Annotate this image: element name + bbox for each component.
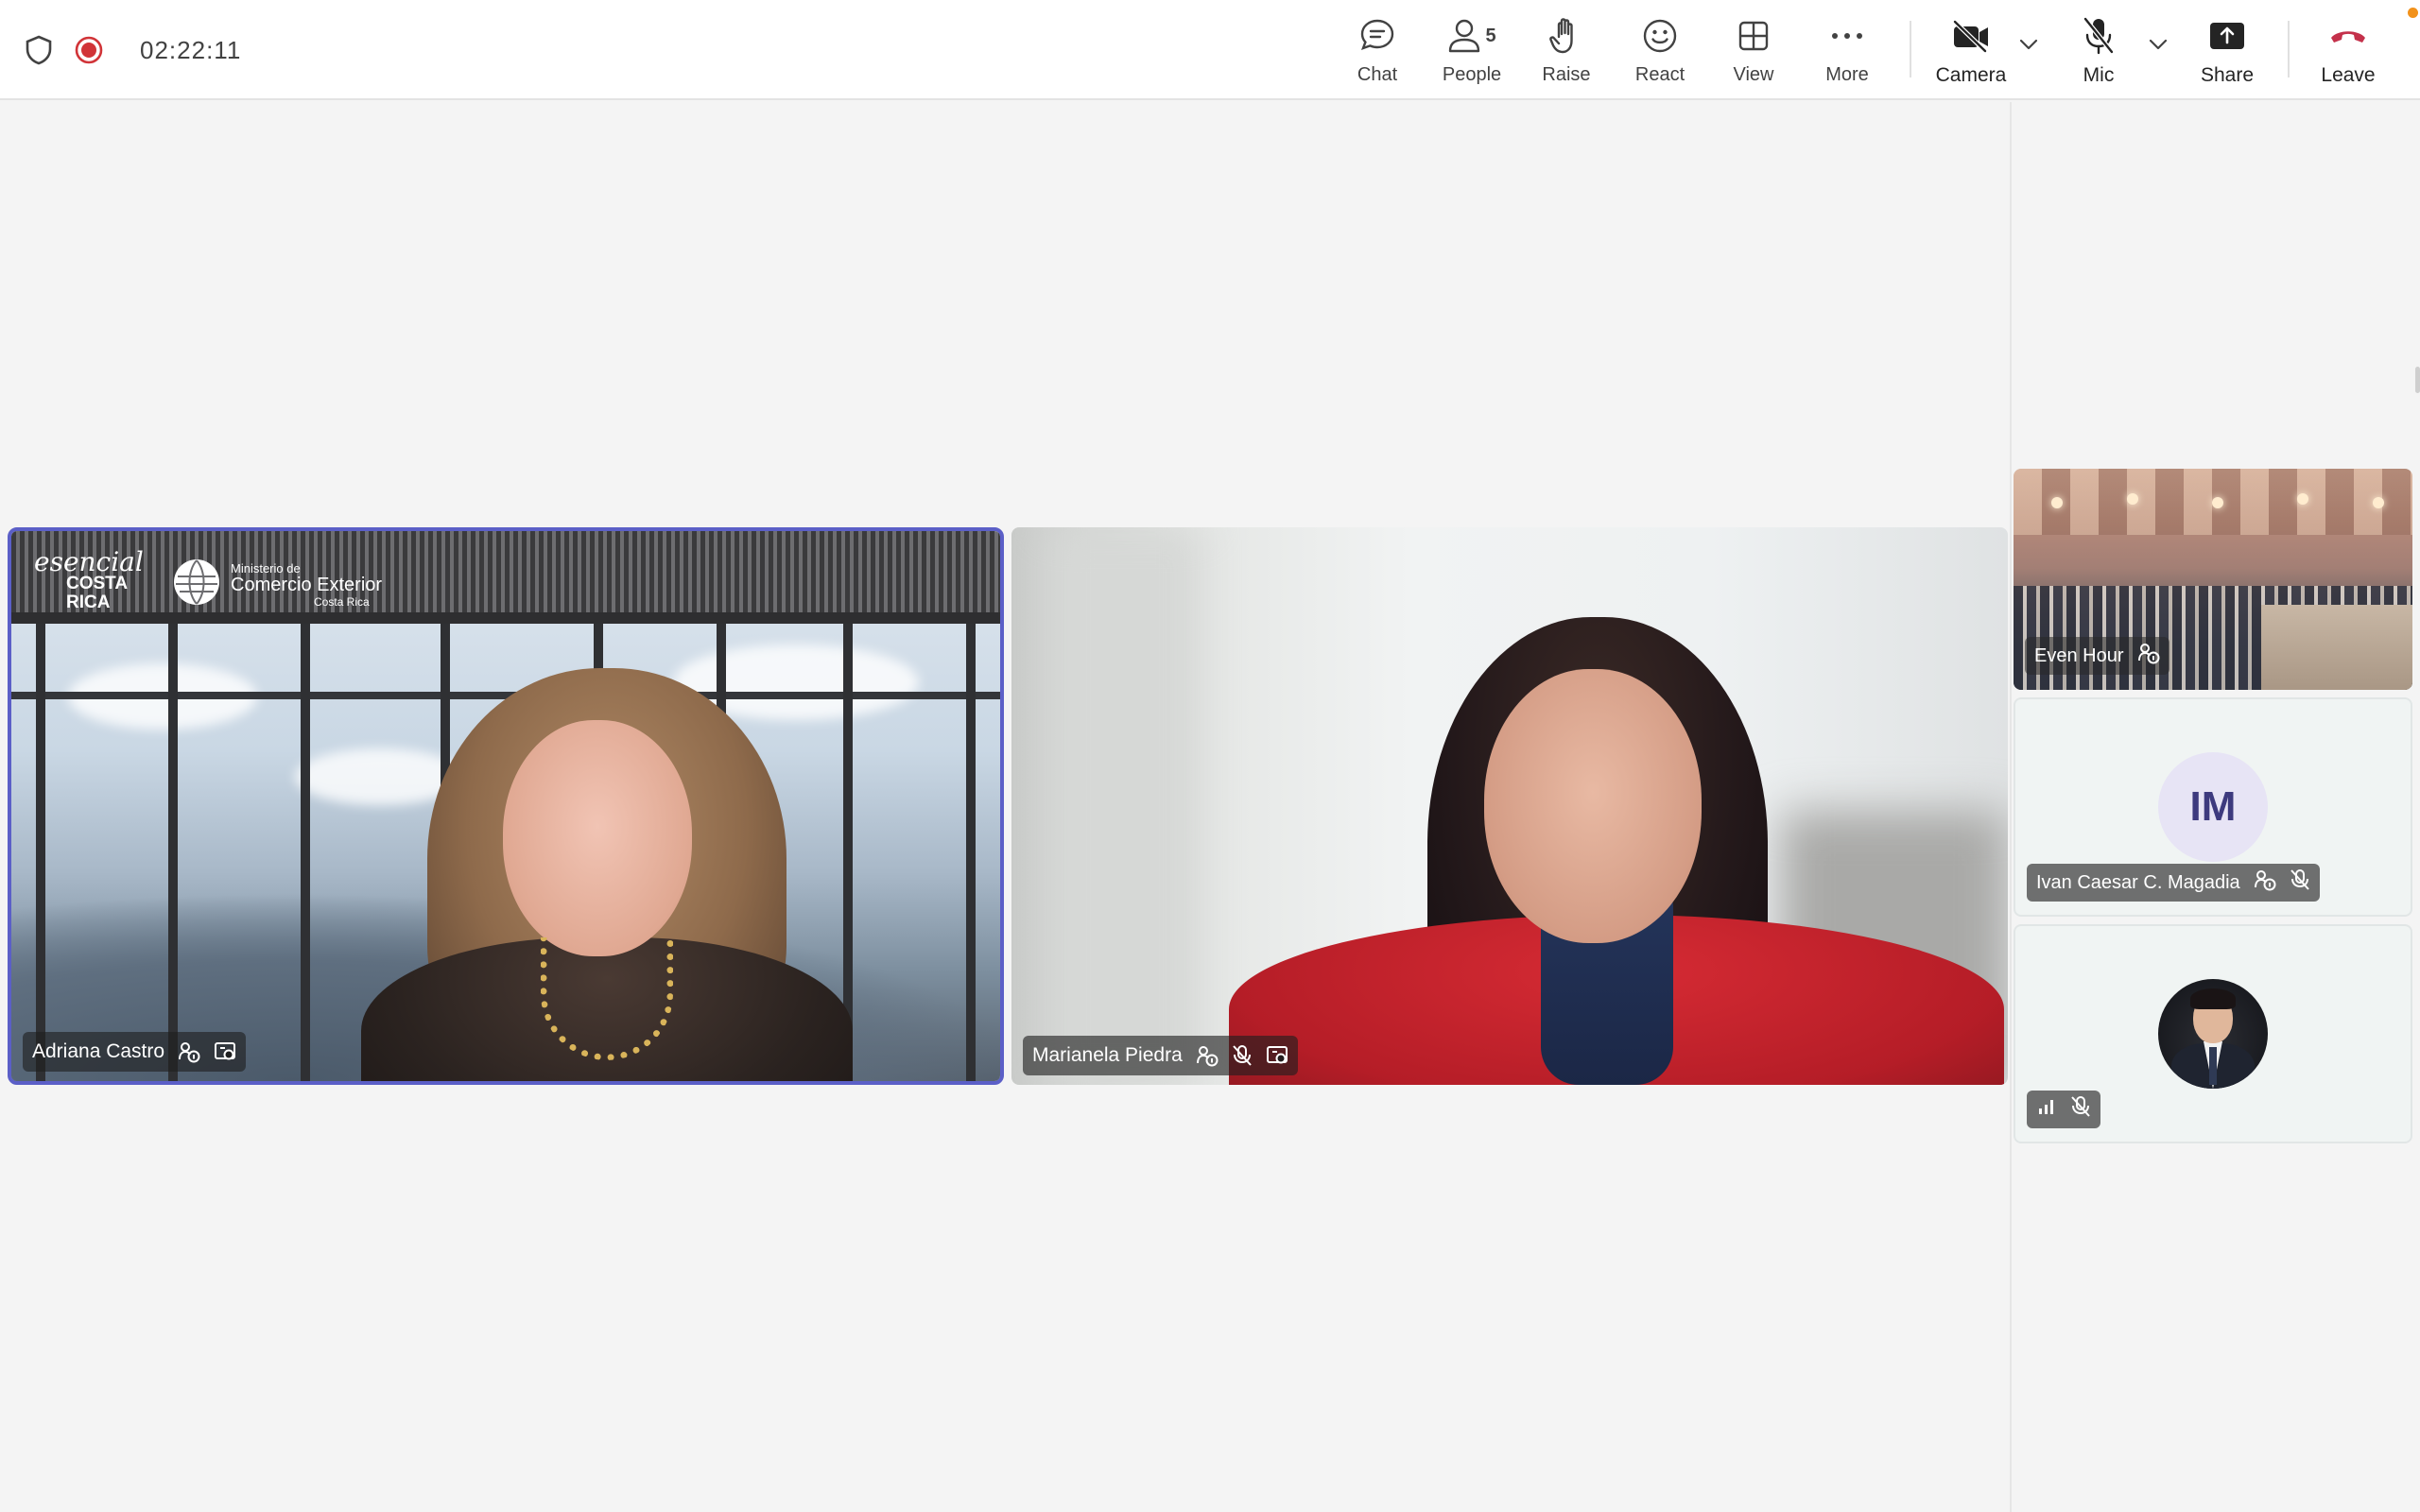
camera-button[interactable]: Camera bbox=[1924, 13, 2018, 91]
brand-rica-text: RICA bbox=[66, 593, 111, 612]
raise-label: Raise bbox=[1542, 64, 1591, 85]
video-tile-marianela-piedra[interactable]: Marianela Piedra bbox=[1011, 527, 2008, 1085]
toolbar-divider-2 bbox=[2288, 21, 2290, 77]
screen-share-icon bbox=[1266, 1045, 1288, 1066]
mic-off-icon bbox=[2070, 1095, 2091, 1124]
meeting-timer: 02:22:11 bbox=[140, 35, 242, 64]
avatar-photo bbox=[2190, 988, 2236, 1009]
window-mullion bbox=[301, 624, 310, 1081]
video-tile-participant[interactable] bbox=[2014, 924, 2412, 1143]
window-mullion bbox=[36, 624, 45, 1081]
ceiling-light bbox=[2051, 497, 2063, 508]
participant-name: Adriana Castro bbox=[32, 1040, 165, 1062]
mic-off-icon bbox=[2290, 868, 2310, 897]
avatar-photo bbox=[2209, 1047, 2217, 1085]
chat-label: Chat bbox=[1357, 64, 1398, 85]
chat-button[interactable]: Chat bbox=[1330, 13, 1425, 91]
ceiling-light bbox=[2127, 493, 2138, 505]
participant-name: Marianela Piedra bbox=[1032, 1044, 1183, 1066]
shield-icon[interactable] bbox=[25, 35, 53, 65]
participant-video bbox=[503, 720, 692, 956]
notification-dot bbox=[2408, 8, 2418, 18]
participant-name-tag: Ivan Caesar C. Magadia bbox=[2027, 864, 2320, 902]
phone-hangup-icon bbox=[2328, 13, 2368, 59]
video-tile-adriana-castro[interactable]: esencial COSTA RICA Ministerio de Comerc… bbox=[8, 527, 1004, 1085]
grid-icon bbox=[1737, 13, 1771, 59]
people-icon bbox=[1449, 19, 1480, 53]
participant-name-tag: Adriana Castro bbox=[23, 1032, 247, 1072]
people-label: People bbox=[1442, 64, 1502, 85]
view-button[interactable]: View bbox=[1706, 13, 1801, 91]
camera-options-chevron-icon[interactable] bbox=[2019, 38, 2038, 55]
signal-bars-icon bbox=[2036, 1097, 2057, 1122]
camera-label: Camera bbox=[1935, 64, 2007, 86]
camera-off-icon bbox=[1951, 13, 1991, 59]
avatar bbox=[2158, 979, 2268, 1089]
hand-icon bbox=[1549, 13, 1583, 59]
blurred-background bbox=[1049, 527, 1201, 1085]
share-label: Share bbox=[2200, 64, 2255, 86]
ceiling-light bbox=[2373, 497, 2384, 508]
ellipsis-icon bbox=[1830, 13, 1864, 59]
panel-resize-handle[interactable] bbox=[2415, 367, 2420, 393]
ceiling-light bbox=[2212, 497, 2223, 508]
react-label: React bbox=[1634, 64, 1685, 85]
share-tray-icon bbox=[2208, 13, 2246, 59]
participant-name: Ivan Caesar C. Magadia bbox=[2036, 871, 2240, 893]
participant-name-tag: Marianela Piedra bbox=[1023, 1036, 1298, 1075]
globe-logo-icon bbox=[172, 558, 221, 611]
chat-bubble-icon bbox=[1358, 13, 1396, 59]
video-tile-even-hour[interactable]: Even Hour bbox=[2014, 469, 2412, 690]
leave-label: Leave bbox=[2321, 64, 2376, 86]
panel-divider bbox=[2010, 102, 2012, 1512]
people-count: 5 bbox=[1485, 25, 1496, 46]
meeting-toolbar: 02:22:11 Chat 5 People Raise React View bbox=[0, 0, 2420, 100]
ceiling-slats bbox=[11, 531, 1000, 624]
window-mullion bbox=[966, 624, 976, 1081]
people-info-icon bbox=[178, 1040, 200, 1063]
window-mullion bbox=[168, 624, 178, 1081]
people-info-icon bbox=[1196, 1044, 1219, 1067]
smiley-icon bbox=[1641, 13, 1679, 59]
share-button[interactable]: Share bbox=[2180, 13, 2274, 91]
avatar: IM bbox=[2158, 752, 2268, 862]
leave-button[interactable]: Leave bbox=[2301, 13, 2395, 91]
mic-off-icon bbox=[1232, 1044, 1253, 1067]
ceiling-light bbox=[2297, 493, 2308, 505]
participant-status-tag bbox=[2027, 1091, 2100, 1128]
participant-video bbox=[1484, 669, 1702, 943]
people-button[interactable]: 5 People bbox=[1425, 13, 1519, 91]
mic-label: Mic bbox=[2083, 64, 2115, 86]
more-button[interactable]: More bbox=[1800, 13, 1894, 91]
participant-name-tag: Even Hour bbox=[2025, 637, 2169, 675]
people-info-icon bbox=[2137, 642, 2160, 670]
mic-options-chevron-icon[interactable] bbox=[2149, 38, 2168, 55]
brand-costa-text: COSTA bbox=[66, 574, 129, 593]
meeting-status: 02:22:11 bbox=[25, 28, 241, 72]
video-tile-ivan-magadia[interactable]: IM Ivan Caesar C. Magadia bbox=[2014, 697, 2412, 917]
view-label: View bbox=[1733, 64, 1774, 85]
conference-floor bbox=[2261, 605, 2412, 690]
react-button[interactable]: React bbox=[1613, 13, 1707, 91]
people-info-icon bbox=[2254, 868, 2276, 897]
ministry-line3: Costa Rica bbox=[314, 595, 370, 609]
raise-hand-button[interactable]: Raise bbox=[1519, 13, 1614, 91]
ministry-line1: Ministerio de bbox=[231, 561, 301, 576]
ministry-line2: Comercio Exterior bbox=[231, 575, 383, 595]
mic-off-icon bbox=[2082, 13, 2116, 59]
mic-button[interactable]: Mic bbox=[2051, 13, 2146, 91]
toolbar-divider bbox=[1910, 21, 1911, 77]
screen-share-icon bbox=[214, 1041, 236, 1062]
people-icon-wrap: 5 bbox=[1447, 13, 1496, 59]
more-label: More bbox=[1825, 64, 1869, 85]
record-icon bbox=[74, 35, 104, 65]
participant-name: Even Hour bbox=[2034, 644, 2124, 666]
